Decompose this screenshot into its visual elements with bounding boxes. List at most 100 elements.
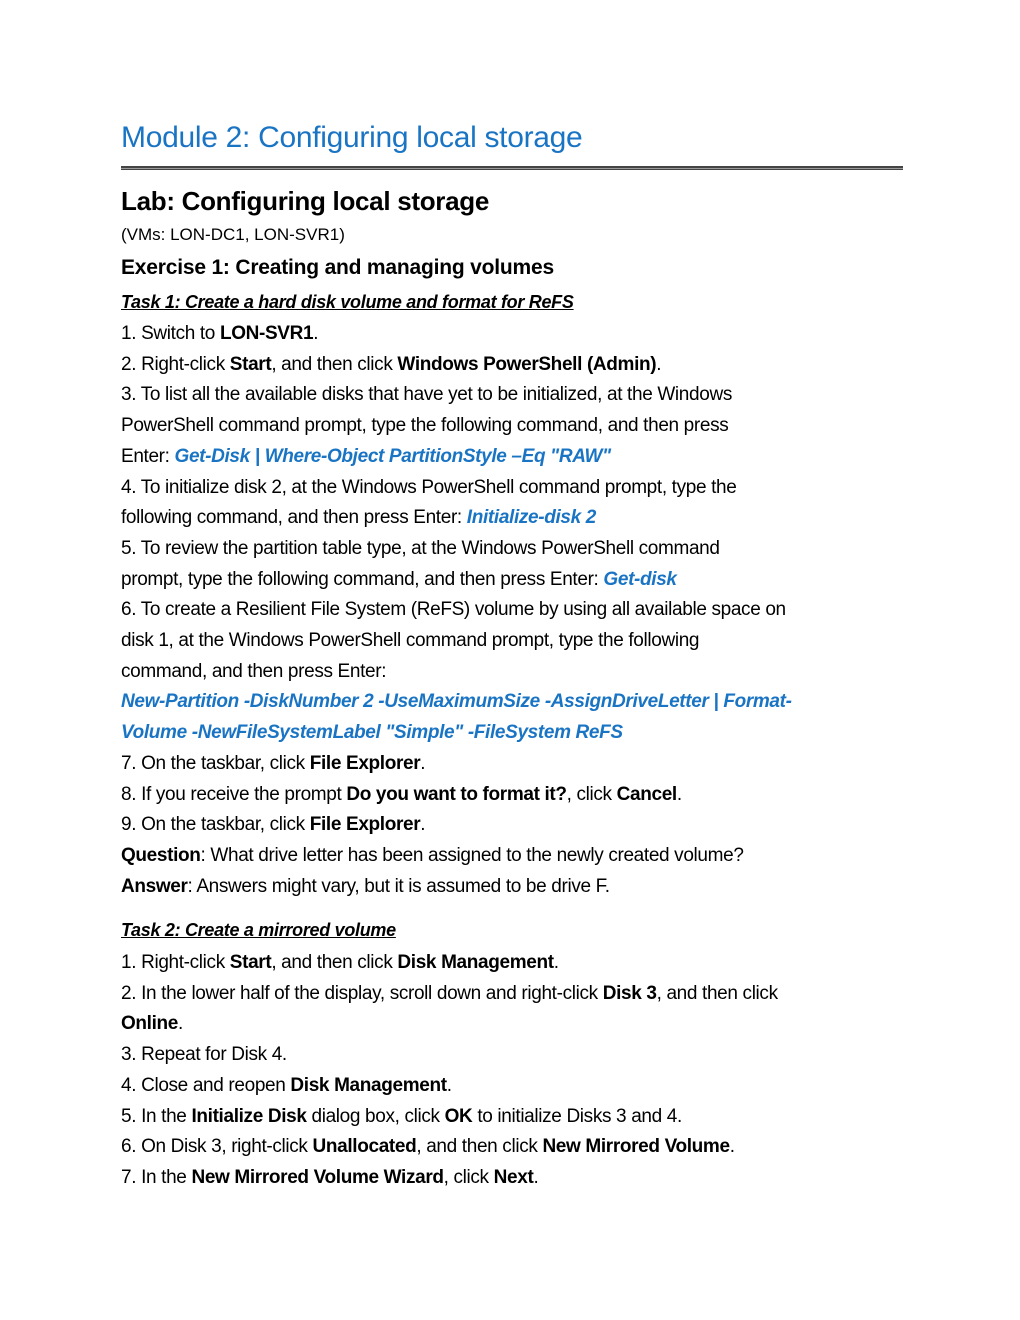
step-text: 1. Switch to (121, 323, 220, 344)
step-line: 6. To create a Resilient File System (Re… (121, 594, 786, 625)
step-line: disk 1, at the Windows PowerShell comman… (121, 625, 700, 656)
step-line: PowerShell command prompt, type the foll… (121, 410, 729, 441)
step-text: : What drive letter has been assigned to… (200, 844, 744, 866)
step-text: PowerShell command prompt, type the foll… (121, 415, 729, 437)
step-text: . (676, 783, 682, 805)
step-line: 3. To list all the available disks that … (121, 379, 732, 410)
title-divider (121, 166, 903, 170)
step-text: command, and then press Enter: (121, 660, 387, 682)
step-line: 7. On the taskbar, click File Explorer. (121, 748, 426, 779)
step-line: 8. If you receive the prompt Do you want… (121, 779, 682, 810)
step-text: 7. In the (121, 1166, 192, 1188)
step-line: 4. Close and reopen Disk Management. (121, 1070, 452, 1101)
step-text: 1. Right-click (121, 952, 230, 973)
task2-title: Task 2: Create a mirrored volume (121, 920, 396, 940)
step-text: following command, and then press Enter: (121, 507, 467, 529)
step-text: , and then click (656, 982, 778, 1004)
ui-term: Cancel (616, 783, 678, 805)
command-text: Initialize-disk 2 (466, 507, 597, 529)
step-text: prompt, type the following command, and … (121, 568, 604, 590)
step-text: 2. Right-click (121, 353, 230, 375)
step-line: following command, and then press Enter:… (121, 502, 596, 533)
ui-term: Do you want to format it? (346, 783, 567, 805)
command-text: Get-Disk | Where-Object PartitionStyle –… (174, 445, 612, 467)
step-line: 3. Repeat for Disk 4. (121, 1039, 287, 1070)
step-text: . (533, 1166, 539, 1188)
ui-term: New Mirrored Volume Wizard (191, 1166, 444, 1188)
step-line: Online. (121, 1008, 183, 1039)
ui-term: LON-SVR1 (219, 323, 314, 344)
ui-term: Start (229, 353, 272, 375)
step-line: 4. To initialize disk 2, at the Windows … (121, 472, 737, 503)
step-line: 2. In the lower half of the display, scr… (121, 978, 778, 1009)
ui-term: New Mirrored Volume (542, 1136, 730, 1158)
step-text: , click (443, 1166, 494, 1188)
exercise-title: Exercise 1: Creating and managing volume… (121, 256, 554, 279)
step-text: , and then click (416, 1136, 543, 1158)
step-line: Question: What drive letter has been ass… (121, 840, 744, 871)
step-line: 7. In the New Mirrored Volume Wizard, cl… (121, 1162, 539, 1193)
ui-term: Next (493, 1166, 534, 1188)
step-text: to initialize Disks 3 and 4. (472, 1105, 682, 1127)
ui-term: Start (229, 952, 272, 973)
ui-term: Online (121, 1013, 179, 1035)
step-text: : Answers might vary, but it is assumed … (187, 875, 611, 897)
step-text: . (553, 952, 559, 973)
step-text: . (313, 323, 319, 344)
step-text: . (656, 353, 662, 375)
ui-term: File Explorer (309, 752, 421, 774)
step-text: . (420, 814, 426, 836)
step-text: 7. On the taskbar, click (121, 752, 310, 774)
step-line: 6. On Disk 3, right-click Unallocated, a… (121, 1131, 735, 1162)
step-line: 9. On the taskbar, click File Explorer. (121, 809, 426, 840)
ui-term: Answer (121, 875, 188, 897)
module-title: Module 2: Configuring local storage (121, 121, 583, 154)
step-line: Answer: Answers might vary, but it is as… (121, 871, 610, 902)
step-line: prompt, type the following command, and … (121, 564, 677, 595)
ui-term: Unallocated (312, 1136, 417, 1158)
step-line: 1. Switch to LON-SVR1. (121, 318, 319, 349)
step-text: 6. To create a Resilient File System (Re… (121, 599, 786, 621)
step-text: 9. On the taskbar, click (121, 814, 310, 836)
ui-term: Disk Management (290, 1074, 447, 1096)
vms-note: (VMs: LON-DC1, LON-SVR1) (121, 225, 345, 244)
step-line: 2. Right-click Start, and then click Win… (121, 349, 662, 380)
step-text: 4. Close and reopen (121, 1074, 291, 1096)
step-text: , and then click (271, 353, 398, 375)
step-text: 8. If you receive the prompt (121, 783, 347, 805)
command-text: Get-disk (603, 568, 677, 590)
step-text: 5. To review the partition table type, a… (121, 537, 720, 559)
step-text: 2. In the lower half of the display, scr… (121, 982, 603, 1004)
command-text: New-Partition -DiskNumber 2 -UseMaximumS… (121, 691, 792, 713)
step-text: . (420, 752, 426, 774)
step-line: 5. In the Initialize Disk dialog box, cl… (121, 1101, 682, 1132)
step-text: , and then click (271, 952, 398, 973)
ui-term: Disk Management (397, 952, 554, 973)
step-text: 5. In the (121, 1105, 192, 1127)
step-text: , click (566, 783, 617, 805)
step-line: New-Partition -DiskNumber 2 -UseMaximumS… (121, 686, 792, 717)
task1-title: Task 1: Create a hard disk volume and fo… (121, 292, 574, 312)
step-line: Volume -NewFileSystemLabel "Simple" -Fil… (121, 717, 623, 748)
step-line: command, and then press Enter: (121, 656, 387, 687)
ui-term: Question (121, 844, 201, 866)
ui-term: File Explorer (309, 814, 421, 836)
step-line: 5. To review the partition table type, a… (121, 533, 720, 564)
step-text: dialog box, click (306, 1105, 445, 1127)
step-text: 3. To list all the available disks that … (121, 384, 732, 406)
step-text: . (729, 1136, 735, 1158)
step-text: . (178, 1013, 183, 1035)
step-text: 4. To initialize disk 2, at the Windows … (121, 476, 737, 498)
ui-term: Windows PowerShell (Admin) (397, 353, 657, 375)
step-text: 3. Repeat for Disk 4. (121, 1044, 287, 1066)
step-line: 1. Right-click Start, and then click Dis… (121, 947, 559, 978)
lab-title: Lab: Configuring local storage (121, 186, 490, 216)
ui-term: Disk 3 (602, 982, 657, 1004)
step-line: Enter: Get-Disk | Where-Object Partition… (121, 441, 611, 472)
step-text: . (446, 1074, 452, 1096)
step-text: Enter: (121, 445, 175, 467)
ui-term: Initialize Disk (191, 1105, 307, 1127)
command-text: Volume -NewFileSystemLabel "Simple" -Fil… (121, 722, 623, 744)
step-text: 6. On Disk 3, right-click (121, 1136, 313, 1158)
ui-term: OK (444, 1105, 473, 1127)
